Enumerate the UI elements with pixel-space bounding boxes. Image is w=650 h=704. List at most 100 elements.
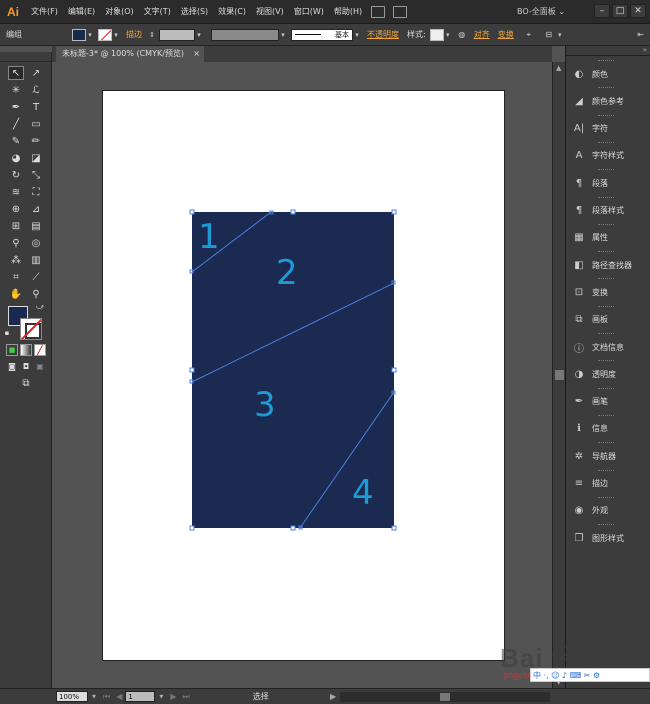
menu-item-8[interactable]: 帮助(H) xyxy=(329,0,367,24)
chevron-down-icon[interactable]: ▾ xyxy=(195,31,203,39)
panel-item-17[interactable]: ❐ 图形样式 xyxy=(566,526,650,550)
warp-tool-icon[interactable]: ≋ xyxy=(8,185,24,199)
panel-item-0[interactable]: ◐ 颜色 xyxy=(566,62,650,86)
toolbox-grip[interactable] xyxy=(0,52,51,62)
panel-item-2[interactable]: A| 字符 xyxy=(566,117,650,141)
type-tool-icon[interactable]: T xyxy=(28,100,44,114)
zoom-tool-icon[interactable]: ⚲ xyxy=(28,287,44,301)
panel-item-3[interactable]: A 字符样式 xyxy=(566,144,650,168)
selection-handle[interactable] xyxy=(189,525,195,531)
column-graph-tool-icon[interactable]: ▥ xyxy=(28,253,44,267)
stroke-link[interactable]: 描边 xyxy=(120,29,148,40)
status-menu-icon[interactable]: ▶ xyxy=(330,692,336,701)
selection-tool-icon[interactable]: ↖ xyxy=(8,66,24,80)
blob-brush-tool-icon[interactable]: ◕ xyxy=(8,151,24,165)
close-button[interactable]: ✕ xyxy=(630,4,646,18)
panel-menu-icon[interactable]: ⇤ xyxy=(637,30,644,39)
chevron-down-icon[interactable]: ▾ xyxy=(92,692,96,701)
default-colors-icon[interactable]: ▪ xyxy=(2,328,12,338)
panel-item-16[interactable]: ◉ 外观 xyxy=(566,499,650,523)
paintbrush-tool-icon[interactable]: ✎ xyxy=(8,134,24,148)
gradient-mode-icon[interactable] xyxy=(20,344,32,356)
direct-selection-tool-icon[interactable]: ↗ xyxy=(28,66,44,80)
transform-link[interactable]: 变换 xyxy=(496,29,516,40)
selection-handle[interactable] xyxy=(391,367,397,373)
brush-definition[interactable]: 基本 xyxy=(291,28,353,41)
scroll-up-icon[interactable]: ▲ xyxy=(556,64,561,72)
screen-mode-icon[interactable]: ⧉ xyxy=(18,377,34,389)
zoom-field[interactable]: 100% xyxy=(56,691,88,702)
selection-handle[interactable] xyxy=(391,209,397,215)
align-link[interactable]: 对齐 xyxy=(468,29,496,40)
eraser-tool-icon[interactable]: ◪ xyxy=(28,151,44,165)
close-icon[interactable]: × xyxy=(193,46,200,62)
scale-tool-icon[interactable]: ⤡ xyxy=(28,168,44,182)
isolate-icon[interactable]: ⌖ xyxy=(522,30,536,40)
chevron-down-icon[interactable]: ▾ xyxy=(556,31,564,39)
selection-handle[interactable] xyxy=(391,525,397,531)
vertical-scrollbar[interactable]: ▲ ▼ xyxy=(552,62,565,688)
chevron-down-icon[interactable]: ▾ xyxy=(279,31,287,39)
menu-item-5[interactable]: 效果(C) xyxy=(213,0,251,24)
chevron-down-icon[interactable]: ▾ xyxy=(112,31,120,39)
menu-item-6[interactable]: 视图(V) xyxy=(251,0,289,24)
color-mode-icon[interactable]: ■ xyxy=(6,344,18,356)
rotate-tool-icon[interactable]: ↻ xyxy=(8,168,24,182)
fill-swatch[interactable] xyxy=(72,28,86,41)
panel-item-5[interactable]: ¶ 段落样式 xyxy=(566,199,650,223)
mesh-tool-icon[interactable]: ⊞ xyxy=(8,219,24,233)
panel-item-7[interactable]: ◧ 路径查找器 xyxy=(566,253,650,277)
opacity-link[interactable]: 不透明度 xyxy=(361,29,405,40)
perspective-grid-tool-icon[interactable]: ⊿ xyxy=(28,202,44,216)
eyedropper-tool-icon[interactable]: ⚲ xyxy=(8,236,24,250)
stroke-swatch[interactable] xyxy=(98,28,112,41)
rectangle-tool-icon[interactable]: ▭ xyxy=(28,117,44,131)
panel-item-6[interactable]: ▦ 属性 xyxy=(566,226,650,250)
selection-handle[interactable] xyxy=(290,209,296,215)
arrange-documents-icon[interactable] xyxy=(393,5,408,18)
selection-handle[interactable] xyxy=(290,525,296,531)
blend-tool-icon[interactable]: ◎ xyxy=(28,236,44,250)
panel-item-10[interactable]: ⓘ 文档信息 xyxy=(566,335,650,359)
panel-item-9[interactable]: ⧉ 画板 xyxy=(566,308,650,332)
swap-colors-icon[interactable]: ⤻ xyxy=(34,302,46,312)
document-tab[interactable]: 未标题-3* @ 100% (CMYK/预览) × xyxy=(56,46,204,62)
workspace-switcher[interactable]: BO-全面板 ⌄ xyxy=(517,6,565,17)
magic-wand-tool-icon[interactable]: ✳ xyxy=(8,83,24,97)
artboard-tool-icon[interactable]: ⌗ xyxy=(8,270,24,284)
dock-collapse-icon[interactable]: » xyxy=(566,46,650,56)
variable-width-profile[interactable] xyxy=(211,28,279,41)
menu-item-2[interactable]: 对象(O) xyxy=(100,0,139,24)
shape-builder-tool-icon[interactable]: ⊕ xyxy=(8,202,24,216)
stroke-weight-field[interactable] xyxy=(159,28,195,41)
gradient-tool-icon[interactable]: ▤ xyxy=(28,219,44,233)
horizontal-scrollbar[interactable] xyxy=(340,692,550,702)
menu-item-4[interactable]: 选择(S) xyxy=(176,0,213,24)
draw-behind-icon[interactable]: ◘ xyxy=(20,361,32,371)
previous-artboard-icon[interactable]: ◀ xyxy=(116,692,122,701)
vertical-scroll-thumb[interactable] xyxy=(555,370,564,380)
chevron-down-icon[interactable]: ▾ xyxy=(353,31,361,39)
minimize-button[interactable]: – xyxy=(594,4,610,18)
more-options-icon[interactable]: ⊟ xyxy=(542,30,556,39)
panel-item-11[interactable]: ◑ 透明度 xyxy=(566,362,650,386)
chevron-down-icon[interactable]: ▾ xyxy=(444,31,452,39)
artboard-number-field[interactable]: 1 xyxy=(125,691,156,702)
panel-item-14[interactable]: ✲ 导航器 xyxy=(566,444,650,468)
lasso-tool-icon[interactable]: ℒ xyxy=(28,83,44,97)
panel-item-13[interactable]: ℹ 信息 xyxy=(566,417,650,441)
selection-handle[interactable] xyxy=(189,209,195,215)
menu-item-3[interactable]: 文字(T) xyxy=(139,0,176,24)
chevron-down-icon[interactable]: ▾ xyxy=(159,692,163,701)
stroke-color-box[interactable] xyxy=(20,318,42,340)
maximize-button[interactable]: □ xyxy=(612,4,628,18)
scroll-down-icon[interactable]: ▼ xyxy=(556,678,561,686)
pen-tool-icon[interactable]: ✒ xyxy=(8,100,24,114)
horizontal-scroll-thumb[interactable] xyxy=(440,693,450,701)
hand-tool-icon[interactable]: ✋ xyxy=(8,287,24,301)
free-transform-tool-icon[interactable]: ⛶ xyxy=(28,185,44,199)
symbol-sprayer-tool-icon[interactable]: ⁂ xyxy=(8,253,24,267)
menu-item-0[interactable]: 文件(F) xyxy=(26,0,63,24)
next-artboard-icon[interactable]: ▶ xyxy=(170,692,176,701)
draw-inside-icon[interactable]: ▣ xyxy=(34,361,46,371)
